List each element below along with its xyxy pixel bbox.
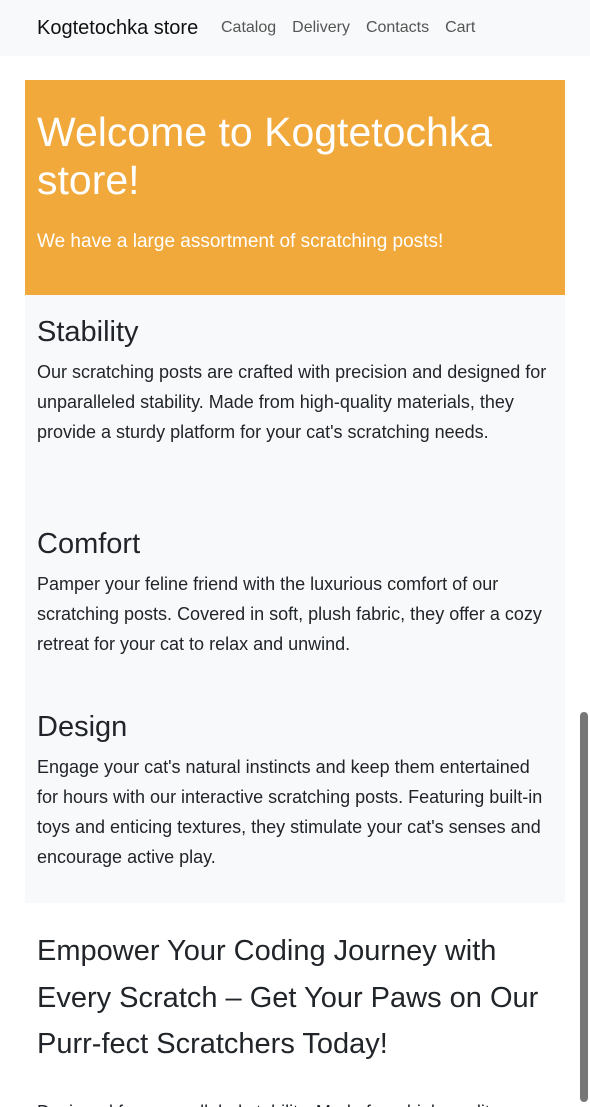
scrollbar-thumb[interactable]: [580, 712, 588, 1102]
feature-title: Comfort: [37, 528, 141, 560]
features-section: Stability Our scratching posts are craft…: [25, 295, 565, 903]
feature-title: Design: [37, 711, 128, 743]
feature-text: Our scratching posts are crafted with pr…: [37, 362, 547, 442]
navbar: Kogtetochka store Catalog Delivery Conta…: [0, 0, 590, 56]
partial-paragraph: Designed for unparalleled stability. Mad…: [37, 1098, 552, 1107]
brand-link[interactable]: Kogtetochka store: [37, 17, 198, 40]
nav-link-catalog[interactable]: Catalog: [221, 19, 276, 37]
hero-subtitle: We have a large assortment of scratching…: [37, 231, 444, 252]
nav-links: Catalog Delivery Contacts Cart: [221, 19, 491, 37]
feature-text: Engage your cat's natural instincts and …: [37, 757, 543, 867]
nav-link-contacts[interactable]: Contacts: [366, 19, 429, 37]
feature-design: Design Engage your cat's natural instinc…: [37, 710, 547, 872]
feature-text: Pamper your feline friend with the luxur…: [37, 574, 542, 654]
slogan-heading: Empower Your Coding Journey with Every S…: [37, 935, 539, 1060]
page: Kogtetochka store Catalog Delivery Conta…: [0, 0, 590, 1107]
feature-comfort: Comfort Pamper your feline friend with t…: [37, 527, 547, 659]
hero-banner: Welcome to Kogtetochka store! We have a …: [25, 80, 565, 295]
hero-title: Welcome to Kogtetochka store!: [37, 109, 493, 203]
nav-link-delivery[interactable]: Delivery: [292, 19, 350, 37]
nav-link-cart[interactable]: Cart: [445, 19, 475, 37]
feature-title: Stability: [37, 316, 139, 348]
feature-stability: Stability Our scratching posts are craft…: [37, 315, 547, 447]
